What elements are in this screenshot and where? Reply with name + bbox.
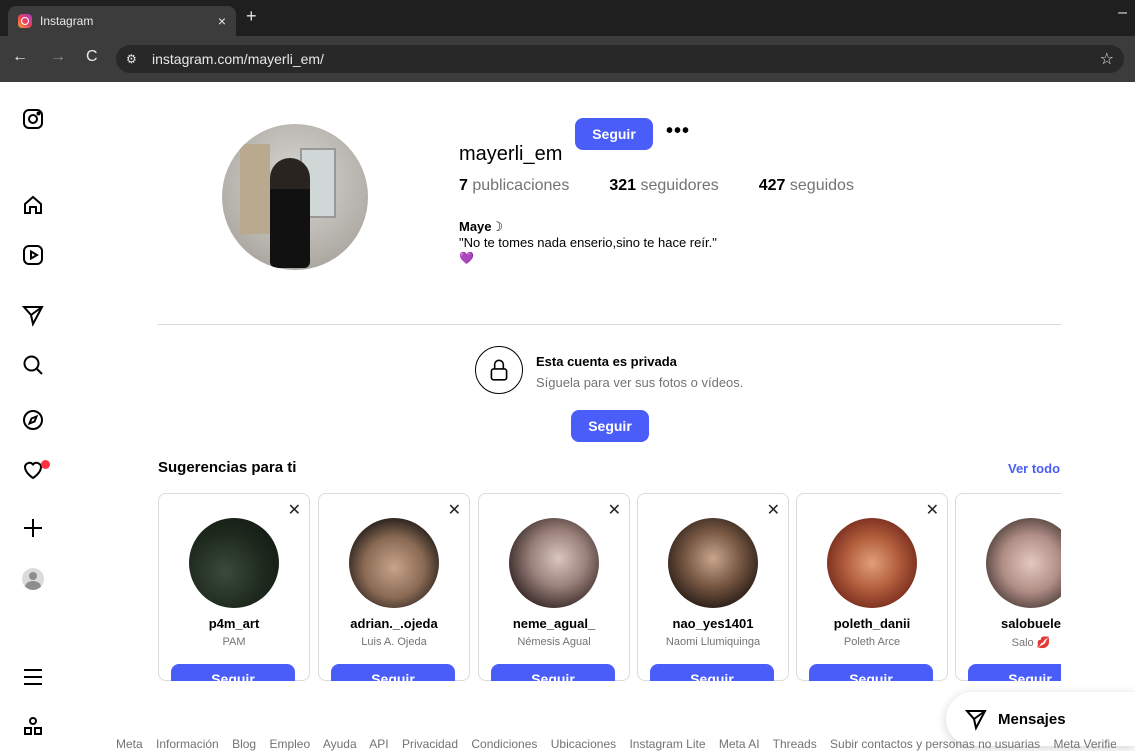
suggestion-avatar[interactable] (827, 518, 917, 608)
suggestion-card[interactable]: ✕ salobuele Salo 💋 Seguir (955, 493, 1061, 681)
suggestion-card[interactable]: ✕ poleth_danii Poleth Arce Seguir (796, 493, 948, 681)
posts-stat: 7 publicaciones (459, 177, 570, 194)
left-nav-sidebar (0, 82, 70, 749)
following-stat[interactable]: 427 seguidos (759, 177, 854, 195)
suggestion-avatar[interactable] (668, 518, 758, 608)
profile-avatar-icon (22, 568, 44, 590)
more-menu-icon[interactable] (20, 664, 46, 690)
suggestion-follow-button[interactable]: Seguir (171, 664, 295, 681)
suggestion-fullname: Luis A. Ojeda (361, 636, 427, 648)
suggestion-avatar[interactable] (189, 518, 279, 608)
lock-icon (475, 346, 523, 394)
reload-icon[interactable]: C (86, 48, 98, 66)
suggestion-avatar[interactable] (986, 518, 1061, 608)
instagram-logo-icon[interactable] (20, 106, 46, 132)
suggestion-fullname: Poleth Arce (843, 636, 901, 648)
suggestion-follow-button[interactable]: Seguir (331, 664, 455, 681)
profile-avatar[interactable] (20, 566, 46, 592)
instagram-favicon-icon (18, 14, 32, 28)
site-settings-icon[interactable]: ⚙ (126, 52, 148, 66)
suggestion-avatar[interactable] (509, 518, 599, 608)
url-field[interactable]: ⚙ instagram.com/mayerli_em/ ☆ (116, 45, 1124, 73)
suggestion-username[interactable]: p4m_art (159, 616, 309, 631)
notification-dot (41, 460, 50, 469)
back-arrow-icon[interactable]: ← (12, 48, 28, 66)
browser-tab-bar: Instagram × + – (0, 0, 1135, 36)
dismiss-icon[interactable]: ✕ (926, 500, 939, 520)
suggestion-username[interactable]: adrian._.ojeda (319, 616, 469, 631)
profile-stats: 7 publicaciones 321 seguidores 427 segui… (459, 177, 894, 195)
follow-button[interactable]: Seguir (575, 118, 653, 150)
minimize-button[interactable]: – (1118, 4, 1127, 22)
suggestion-avatar[interactable] (349, 518, 439, 608)
suggestion-fullname: Naomi Llumiquinga (665, 636, 761, 648)
suggestion-follow-button[interactable]: Seguir (809, 664, 933, 681)
url-text[interactable]: instagram.com/mayerli_em/ (152, 51, 324, 67)
new-tab-button[interactable]: + (246, 6, 257, 27)
suggestions-title: Sugerencias para ti (158, 459, 297, 476)
profile-username: mayerli_em (459, 143, 563, 165)
bio-emoji: 💜 (459, 251, 474, 265)
suggestion-card[interactable]: ✕ adrian._.ojeda Luis A. Ojeda Seguir (318, 493, 470, 681)
see-all-link[interactable]: Ver todo (1008, 461, 1060, 476)
dismiss-icon[interactable]: ✕ (288, 500, 301, 520)
suggestion-follow-button[interactable]: Seguir (650, 664, 774, 681)
private-account-subtitle: Síguela para ver sus fotos o vídeos. (536, 375, 744, 390)
direct-send-icon[interactable] (20, 302, 46, 328)
explore-compass-icon[interactable] (20, 407, 46, 433)
create-plus-icon[interactable] (20, 515, 46, 541)
browser-tab-instagram[interactable]: Instagram × (8, 6, 236, 36)
suggestion-follow-button[interactable]: Seguir (491, 664, 615, 681)
dismiss-icon[interactable]: ✕ (608, 500, 621, 520)
bookmark-star-icon[interactable]: ☆ (1100, 49, 1114, 69)
follow-button-private[interactable]: Seguir (571, 410, 649, 442)
private-account-title: Esta cuenta es privada (536, 354, 677, 369)
messages-label: Mensajes (998, 710, 1066, 728)
suggestion-card[interactable]: ✕ neme_agual_ Némesis Agual Seguir (478, 493, 630, 681)
search-icon[interactable] (20, 352, 46, 378)
suggestion-fullname: Salo 💋 (1011, 637, 1051, 649)
suggestion-card[interactable]: ✕ nao_yes1401 Naomi Llumiquinga Seguir (637, 493, 789, 681)
bio-name: Maye☽ (459, 219, 504, 234)
suggestion-fullname: Némesis Agual (517, 636, 591, 648)
suggestion-fullname: PAM (222, 636, 246, 648)
profile-picture[interactable] (222, 124, 368, 270)
suggestions-carousel: ✕ p4m_art PAM Seguir ✕ adrian._.ojeda Lu… (158, 493, 1061, 681)
more-options-icon[interactable]: ••• (666, 120, 690, 143)
dismiss-icon[interactable]: ✕ (767, 500, 780, 520)
suggestion-username[interactable]: poleth_danii (797, 616, 947, 631)
followers-stat[interactable]: 321 seguidores (609, 177, 718, 195)
suggestion-follow-button[interactable]: Seguir (968, 664, 1061, 681)
forward-arrow-icon[interactable]: → (50, 48, 66, 66)
suggestion-card[interactable]: ✕ p4m_art PAM Seguir (158, 493, 310, 681)
tab-title: Instagram (40, 14, 94, 28)
dismiss-icon[interactable]: ✕ (448, 500, 461, 520)
suggestion-username[interactable]: salobuele (956, 616, 1061, 631)
tab-close-icon[interactable]: × (218, 13, 226, 29)
direct-send-icon (964, 710, 987, 731)
also-from-meta-icon[interactable] (20, 714, 46, 740)
suggestion-username[interactable]: neme_agual_ (479, 616, 629, 631)
section-divider (158, 324, 1061, 325)
home-icon[interactable] (20, 192, 46, 218)
suggestion-username[interactable]: nao_yes1401 (638, 616, 788, 631)
reels-icon[interactable] (20, 242, 46, 268)
bio-text: "No te tomes nada enserio,sino te hace r… (459, 235, 717, 250)
browser-address-bar: ← → C ⚙ instagram.com/mayerli_em/ ☆ (0, 36, 1135, 82)
